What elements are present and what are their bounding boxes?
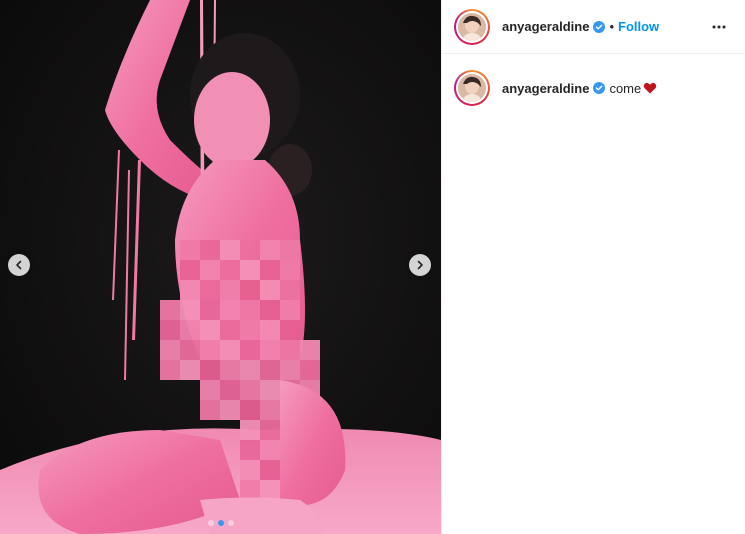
caption-avatar[interactable] xyxy=(454,70,490,106)
avatar-image xyxy=(458,74,486,102)
heart-icon xyxy=(643,81,657,95)
caption-text-block: anyageraldine come xyxy=(502,81,657,96)
more-options-icon xyxy=(712,25,726,28)
post-photo xyxy=(0,0,441,534)
verified-badge-icon xyxy=(593,82,606,94)
header-user-block: anyageraldine • Follow xyxy=(502,19,707,34)
avatar-ring xyxy=(456,10,488,43)
username-link[interactable]: anyageraldine xyxy=(502,19,589,34)
avatar[interactable] xyxy=(454,8,490,45)
avatar-ring xyxy=(456,72,488,104)
carousel-dot xyxy=(207,520,214,526)
post-side-panel: anyageraldine • Follow anyageraldine com… xyxy=(441,0,745,534)
chevron-right-icon xyxy=(417,260,423,270)
separator-dot: • xyxy=(609,19,614,34)
chevron-left-icon xyxy=(16,260,22,270)
verified-badge-icon xyxy=(593,20,606,33)
post-media xyxy=(0,0,441,534)
carousel-dot xyxy=(227,520,234,526)
caption-text: come xyxy=(609,80,642,96)
caption-row: anyageraldine come xyxy=(442,54,745,106)
carousel-prev-button[interactable] xyxy=(8,254,30,276)
caption-username-link[interactable]: anyageraldine xyxy=(502,81,589,96)
post-header: anyageraldine • Follow xyxy=(442,0,745,54)
avatar-photo xyxy=(458,74,486,102)
avatar-photo xyxy=(458,12,486,41)
more-options-button[interactable] xyxy=(707,15,731,39)
carousel-next-button[interactable] xyxy=(409,254,431,276)
carousel-indicator xyxy=(0,520,441,526)
carousel-dot-active xyxy=(217,520,224,526)
avatar-image xyxy=(458,12,486,41)
follow-button[interactable]: Follow xyxy=(618,19,659,34)
instagram-post: anyageraldine • Follow anyageraldine com… xyxy=(0,0,745,534)
